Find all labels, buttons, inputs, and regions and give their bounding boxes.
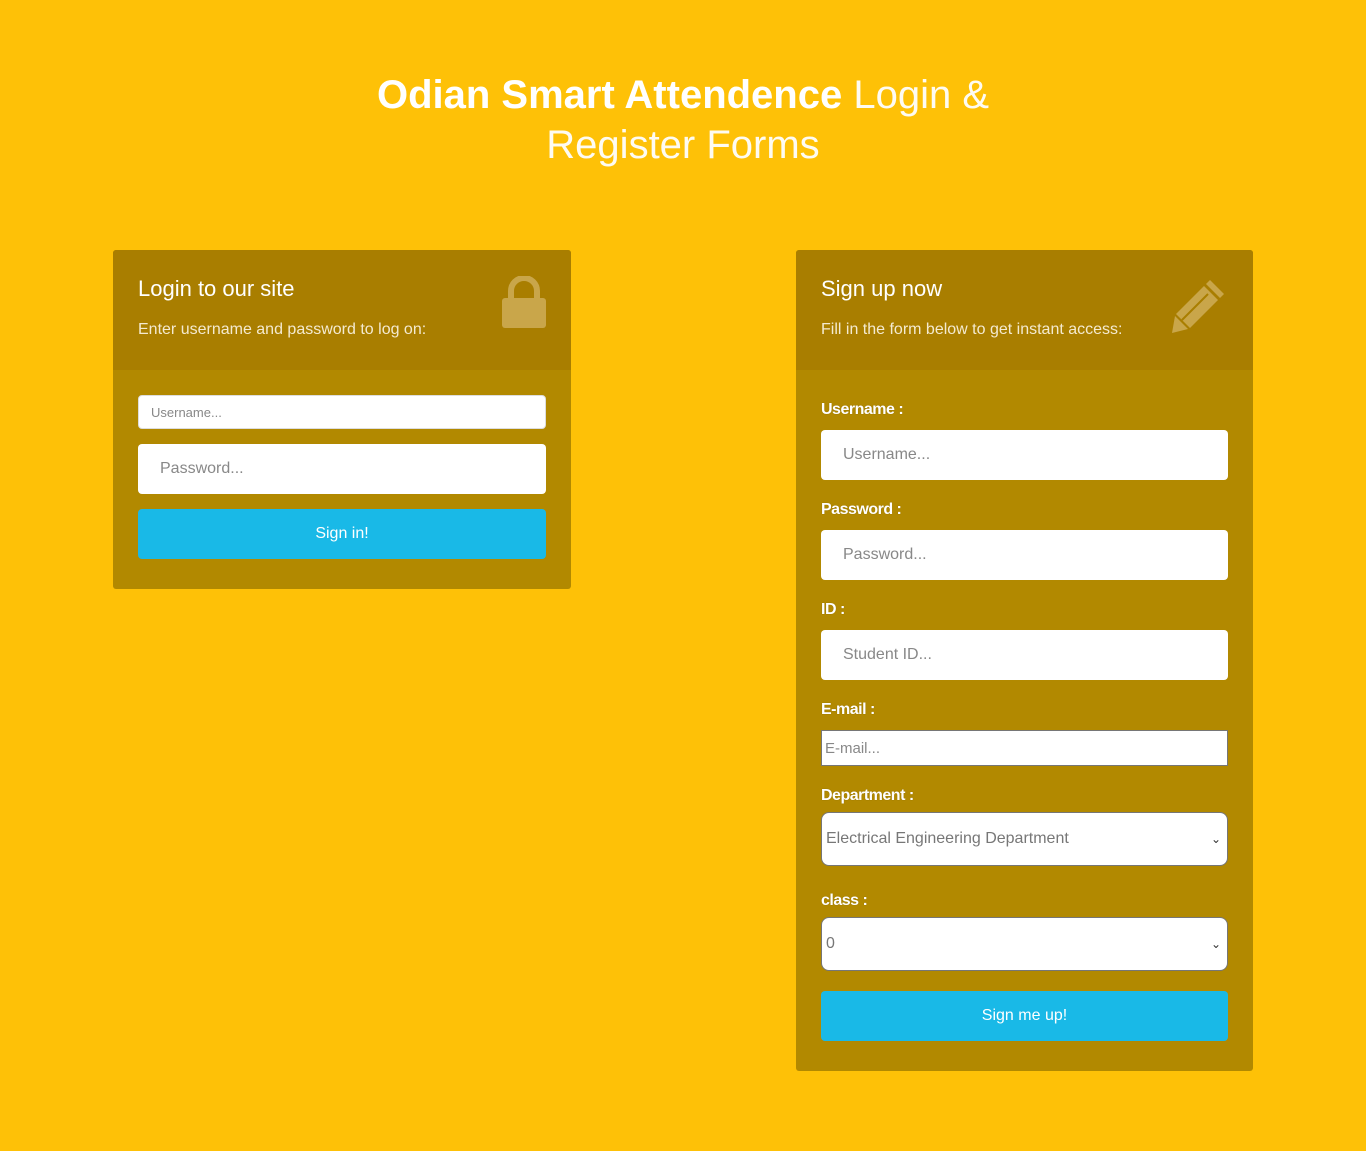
student-id-input[interactable]: [821, 630, 1228, 680]
department-select[interactable]: Electrical Engineering Department ⌄: [821, 812, 1228, 866]
signup-password-label: Password :: [821, 501, 902, 518]
login-card: Login to our site Enter username and pas…: [113, 250, 571, 589]
sign-up-button[interactable]: Sign me up!: [821, 991, 1228, 1041]
chevron-down-icon: ⌄: [1210, 832, 1221, 846]
class-selected-value: 0: [826, 935, 835, 952]
signup-password-input[interactable]: [821, 530, 1228, 580]
signup-card: Sign up now Fill in the form below to ge…: [796, 250, 1253, 1071]
login-username-input[interactable]: [138, 395, 546, 429]
login-subheading: Enter username and password to log on:: [138, 321, 427, 338]
signup-form: Username : Password : ID : E-mail : Depa…: [796, 370, 1253, 1071]
signup-department-label: Department :: [821, 787, 914, 804]
login-heading: Login to our site: [138, 276, 295, 301]
signup-subheading: Fill in the form below to get instant ac…: [821, 321, 1123, 338]
signup-username-input[interactable]: [821, 430, 1228, 480]
page-title-strong: Odian Smart Attendence: [376, 73, 843, 117]
signup-id-label: ID :: [821, 601, 845, 618]
department-selected-value: Electrical Engineering Department: [826, 830, 1069, 847]
signup-email-label: E-mail :: [821, 701, 875, 718]
page-title: Odian Smart Attendence Login & Register …: [0, 70, 1366, 170]
lock-icon: [502, 275, 546, 333]
pencil-icon: [1170, 276, 1228, 339]
class-select[interactable]: 0 ⌄: [821, 917, 1228, 971]
signup-username-label: Username :: [821, 401, 904, 418]
login-form: Sign in!: [113, 370, 571, 589]
login-password-input[interactable]: [138, 444, 546, 494]
signup-card-header: Sign up now Fill in the form below to ge…: [796, 250, 1253, 370]
sign-in-button[interactable]: Sign in!: [138, 509, 546, 559]
signup-heading: Sign up now: [821, 276, 943, 301]
chevron-down-icon: ⌄: [1210, 937, 1221, 951]
email-input[interactable]: [821, 730, 1228, 766]
signup-class-label: class :: [821, 892, 868, 909]
login-card-header: Login to our site Enter username and pas…: [113, 250, 571, 370]
